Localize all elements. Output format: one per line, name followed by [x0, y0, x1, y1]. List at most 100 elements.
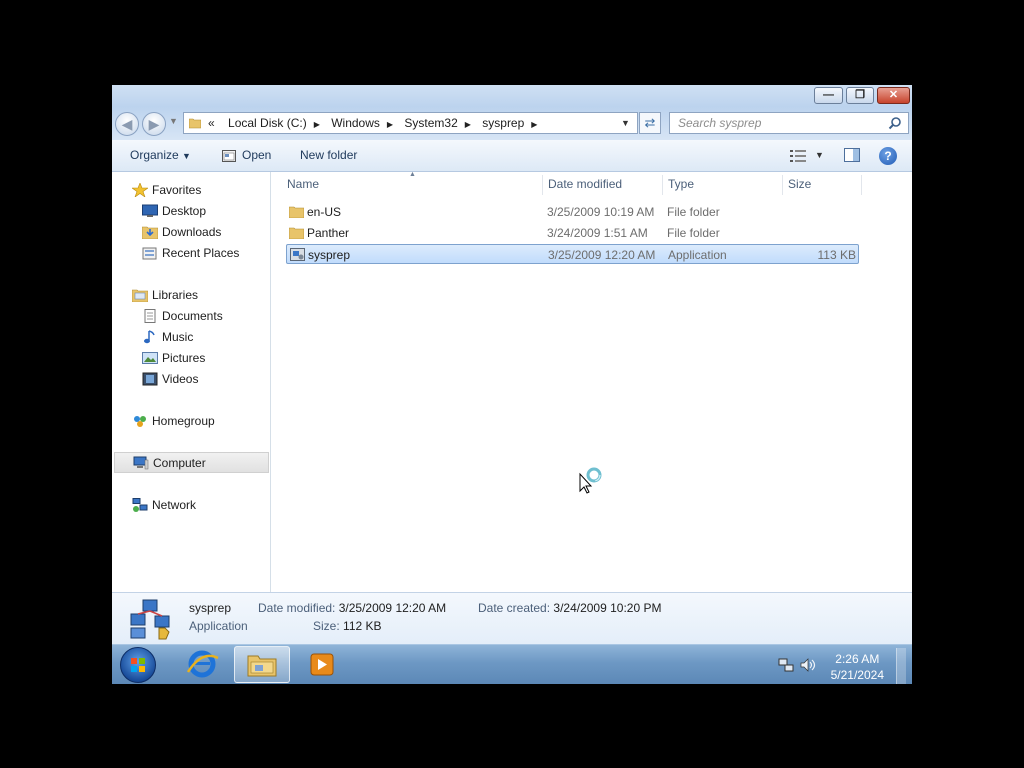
explorer-folder-icon: [247, 655, 277, 677]
column-header-type[interactable]: Type: [668, 172, 694, 197]
open-button[interactable]: Open: [242, 140, 271, 171]
internet-explorer-icon: [186, 650, 219, 678]
details-created-value: 3/24/2009 10:20 PM: [553, 601, 662, 615]
file-list: Name ▲ Date modified Type Size en-US 3/2…: [271, 171, 912, 592]
windows-logo-icon: [131, 658, 145, 672]
details-created: Date created: 3/24/2009 10:20 PM: [478, 600, 661, 616]
column-header-name[interactable]: Name: [287, 172, 319, 197]
organize-dropdown-icon: ▼: [182, 151, 191, 161]
file-type: Application: [668, 248, 727, 262]
breadcrumb-local-disk[interactable]: Local Disk (C:): [228, 113, 307, 133]
breadcrumb: « Local Disk (C:) ▶ Windows ▶ System32 ▶ sy…: [208, 113, 545, 133]
breadcrumb-chevron-icon[interactable]: ▶: [314, 115, 320, 135]
back-button[interactable]: ◀: [115, 112, 139, 136]
file-name: Panther: [307, 226, 350, 240]
details-created-label: Date created:: [478, 601, 551, 615]
file-size: 113 KB: [817, 248, 856, 262]
documents-icon: [144, 309, 156, 323]
view-options-dropdown-icon[interactable]: ▼: [815, 140, 824, 171]
breadcrumb-chevron-icon[interactable]: ▶: [465, 115, 471, 135]
details-modified-label: Date modified:: [258, 601, 336, 615]
file-row[interactable]: en-US 3/25/2009 10:19 AM File folder: [286, 202, 859, 222]
change-view-icon[interactable]: [790, 150, 806, 162]
file-name: en-US: [307, 205, 342, 219]
nav-network-label: Network: [152, 498, 197, 512]
nav-downloads-label: Downloads: [162, 225, 222, 239]
open-icon: [222, 150, 236, 162]
back-arrow-icon: ◀: [121, 116, 133, 132]
close-button[interactable]: ✕: [877, 87, 910, 104]
recent-places-icon: [142, 247, 157, 260]
search-icon: [888, 117, 901, 130]
network-icon: [132, 498, 148, 512]
downloads-folder-icon: [142, 226, 158, 239]
restore-icon: ❐: [855, 89, 865, 101]
nav-documents-label: Documents: [162, 309, 223, 323]
breadcrumb-sysprep[interactable]: sysprep: [482, 113, 524, 133]
homegroup-icon: [134, 416, 146, 427]
column-divider[interactable]: [861, 175, 862, 195]
search-input[interactable]: Search sysprep: [669, 112, 909, 134]
breadcrumb-system32[interactable]: System32: [404, 113, 457, 133]
details-size-label: Size:: [313, 619, 340, 633]
refresh-button[interactable]: ⇄: [639, 112, 661, 134]
column-divider[interactable]: [782, 175, 783, 195]
minimize-button[interactable]: —: [814, 87, 843, 104]
address-history-dropdown-icon[interactable]: ▼: [621, 113, 630, 133]
details-size-value: 112 KB: [343, 619, 382, 633]
forward-button[interactable]: ▶: [142, 112, 166, 136]
nav-music-label: Music: [162, 330, 194, 344]
network-status-icon[interactable]: [778, 657, 794, 673]
close-icon: ✕: [888, 89, 899, 101]
details-file-type: Application: [189, 619, 248, 633]
nav-computer-label: Computer: [153, 456, 206, 470]
pictures-icon: [142, 352, 158, 364]
breadcrumb-windows[interactable]: Windows: [331, 113, 380, 133]
computer-icon: [133, 456, 149, 470]
music-icon: [144, 330, 155, 344]
details-pane: sysprep Application Date modified: 3/25/…: [112, 592, 912, 644]
column-header-date[interactable]: Date modified: [548, 172, 622, 197]
new-folder-button[interactable]: New folder: [300, 140, 357, 171]
column-divider[interactable]: [542, 175, 543, 195]
organize-label: Organize: [130, 148, 179, 162]
breadcrumb-chevron-icon[interactable]: ▶: [387, 115, 393, 135]
breadcrumb-chevron-icon[interactable]: ▶: [531, 115, 537, 135]
desktop-icon: [142, 204, 158, 217]
nav-pictures-label: Pictures: [162, 351, 206, 365]
address-row: ◀ ▶ ▼ « Local Disk (C:) ▶ Windows ▶ System…: [112, 107, 912, 140]
clock[interactable]: 2:26 AM 5/21/2024: [831, 651, 884, 683]
application-icon: [290, 248, 305, 261]
libraries-icon: [132, 289, 148, 302]
speaker-icon[interactable]: [800, 657, 816, 673]
recent-pages-dropdown-icon[interactable]: ▼: [169, 116, 178, 126]
internet-explorer-taskbar-button[interactable]: [174, 646, 230, 683]
sysprep-application-icon: [130, 599, 170, 640]
sort-ascending-icon: ▲: [409, 171, 416, 178]
breadcrumb-overflow[interactable]: «: [208, 113, 215, 133]
details-modified-value: 3/25/2009 12:20 AM: [338, 601, 447, 615]
title-bar[interactable]: — ❐ ✕: [112, 85, 912, 107]
column-header-size[interactable]: Size: [788, 172, 811, 197]
nav-libraries-label: Libraries: [152, 288, 199, 302]
file-row[interactable]: Panther 3/24/2009 1:51 AM File folder: [286, 223, 859, 243]
file-row-selected[interactable]: sysprep 3/25/2009 12:20 AM Application 1…: [286, 244, 859, 264]
folder-icon: [189, 118, 201, 129]
media-player-taskbar-button[interactable]: [294, 646, 350, 683]
start-button[interactable]: [120, 647, 156, 683]
nav-computer[interactable]: Computer: [114, 452, 269, 473]
refresh-icon: ⇄: [644, 115, 656, 130]
windows-explorer-taskbar-button[interactable]: [234, 646, 290, 683]
nav-homegroup-label: Homegroup: [152, 414, 215, 428]
folder-icon: [289, 206, 304, 218]
minimize-icon: —: [823, 89, 834, 101]
nav-favorites-label: Favorites: [152, 183, 202, 197]
organize-button[interactable]: Organize ▼: [130, 140, 191, 172]
address-bar[interactable]: « Local Disk (C:) ▶ Windows ▶ System32 ▶ sy…: [183, 112, 638, 134]
clock-time: 2:26 AM: [835, 652, 880, 666]
help-icon[interactable]: ?: [879, 147, 897, 165]
show-desktop-button[interactable]: [896, 648, 906, 684]
maximize-button[interactable]: ❐: [846, 87, 874, 104]
column-divider[interactable]: [662, 175, 663, 195]
preview-pane-icon[interactable]: [844, 148, 860, 162]
